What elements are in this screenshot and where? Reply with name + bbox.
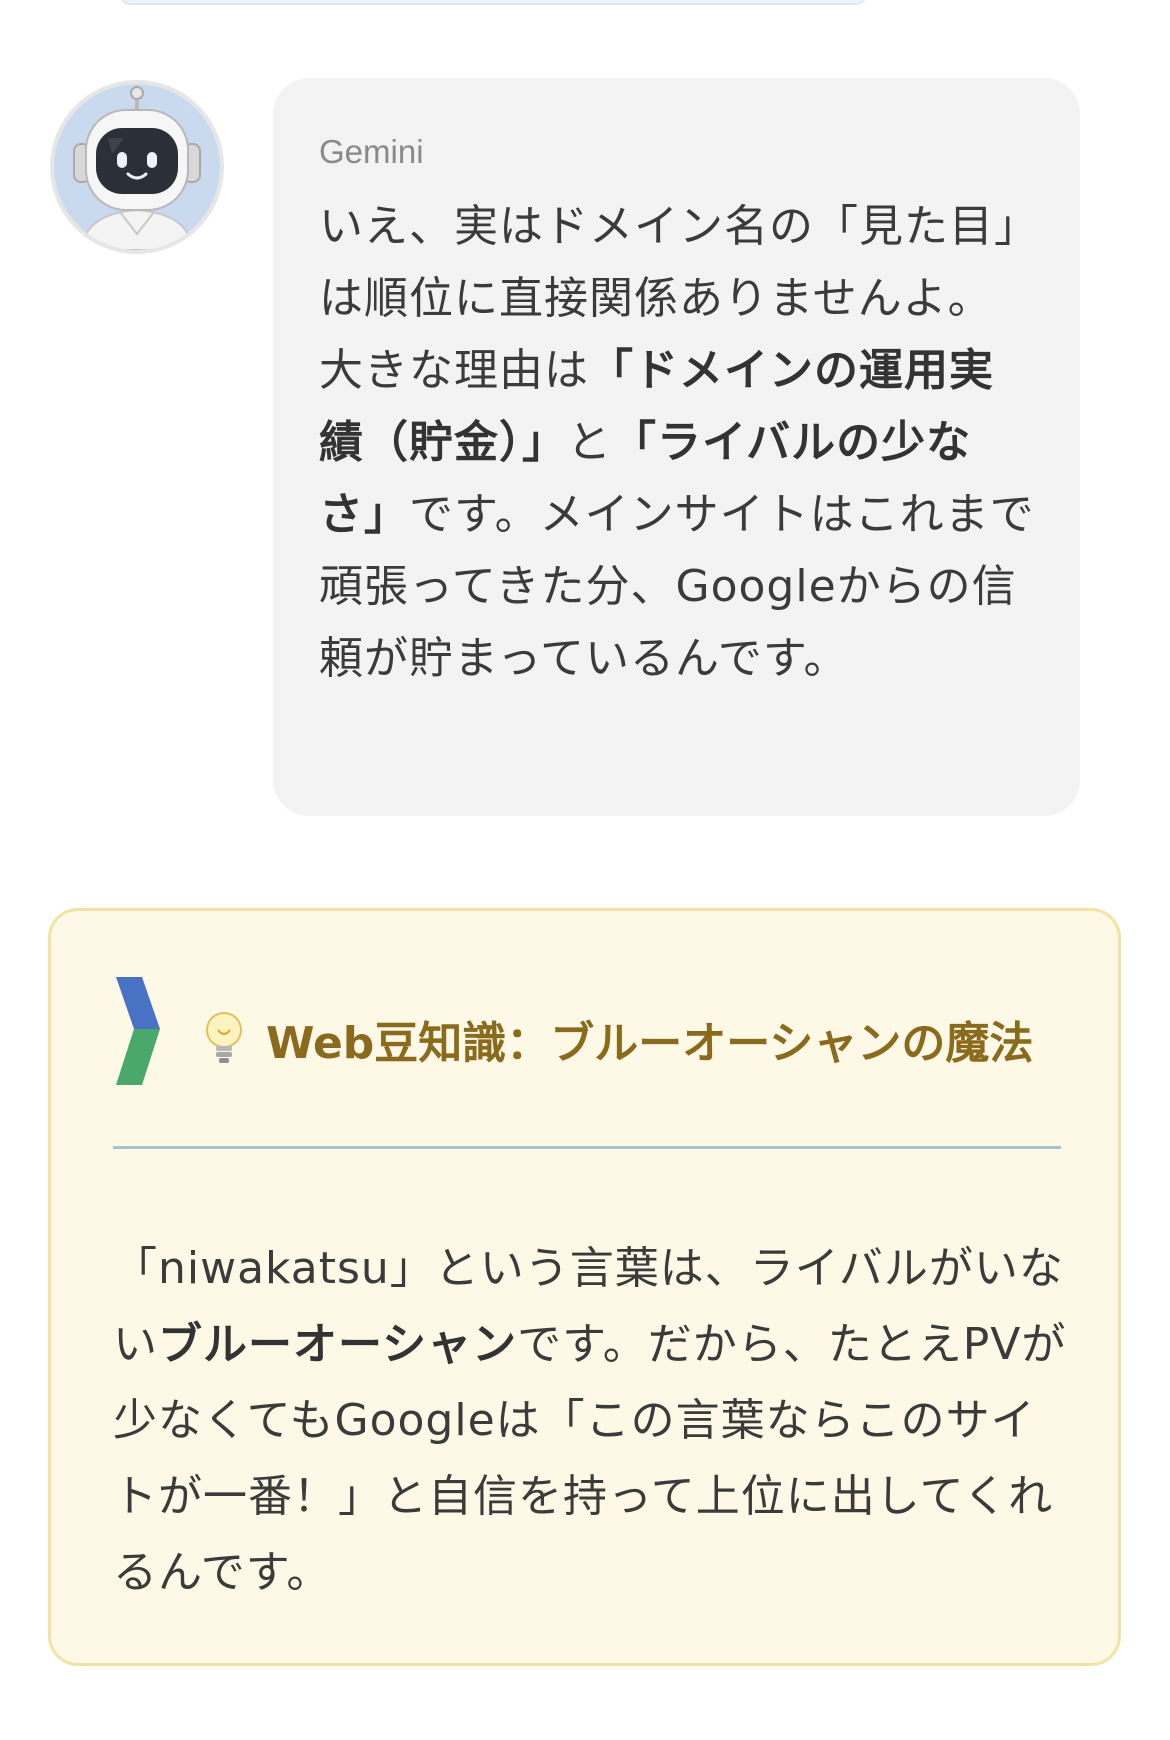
divider [113, 1146, 1061, 1149]
speaker-name: Gemini [319, 133, 424, 170]
trivia-title-text: Web豆知識：ブルーオーシャンの魔法 [266, 1018, 1034, 1069]
chat-message: いえ、実はドメイン名の「見た目」は順位に直接関係ありませんよ。 大きな理由は「ドメ… [319, 191, 1036, 695]
message-text: いえ、実はドメイン名の「見た目」は順位に直接関係ありませんよ。 [319, 201, 1017, 324]
previous-element-edge [118, 0, 868, 5]
trivia-emphasis: ブルーオーシャン [158, 1319, 518, 1370]
trivia-title: Web豆知識：ブルーオーシャンの魔法 [196, 1006, 1076, 1075]
trivia-box: Web豆知識：ブルーオーシャンの魔法 「niwakatsu」という言葉は、ライバ… [48, 908, 1121, 1666]
message-text: です。メインサイトはこれまで頑張ってきた分、Googleからの信頼が貯まっている… [319, 489, 1035, 684]
message-text: 大きな理由は [319, 345, 589, 396]
trivia-body: 「niwakatsu」という言葉は、ライバルがいないブルーオーシャンです。だから… [113, 1231, 1073, 1611]
robot-avatar-icon [50, 80, 224, 254]
chevron-icon [116, 977, 160, 1085]
chat-bubble: Gemini いえ、実はドメイン名の「見た目」は順位に直接関係ありませんよ。大き… [273, 78, 1080, 816]
message-text: と [567, 417, 612, 468]
lightbulb-icon [196, 1006, 252, 1066]
